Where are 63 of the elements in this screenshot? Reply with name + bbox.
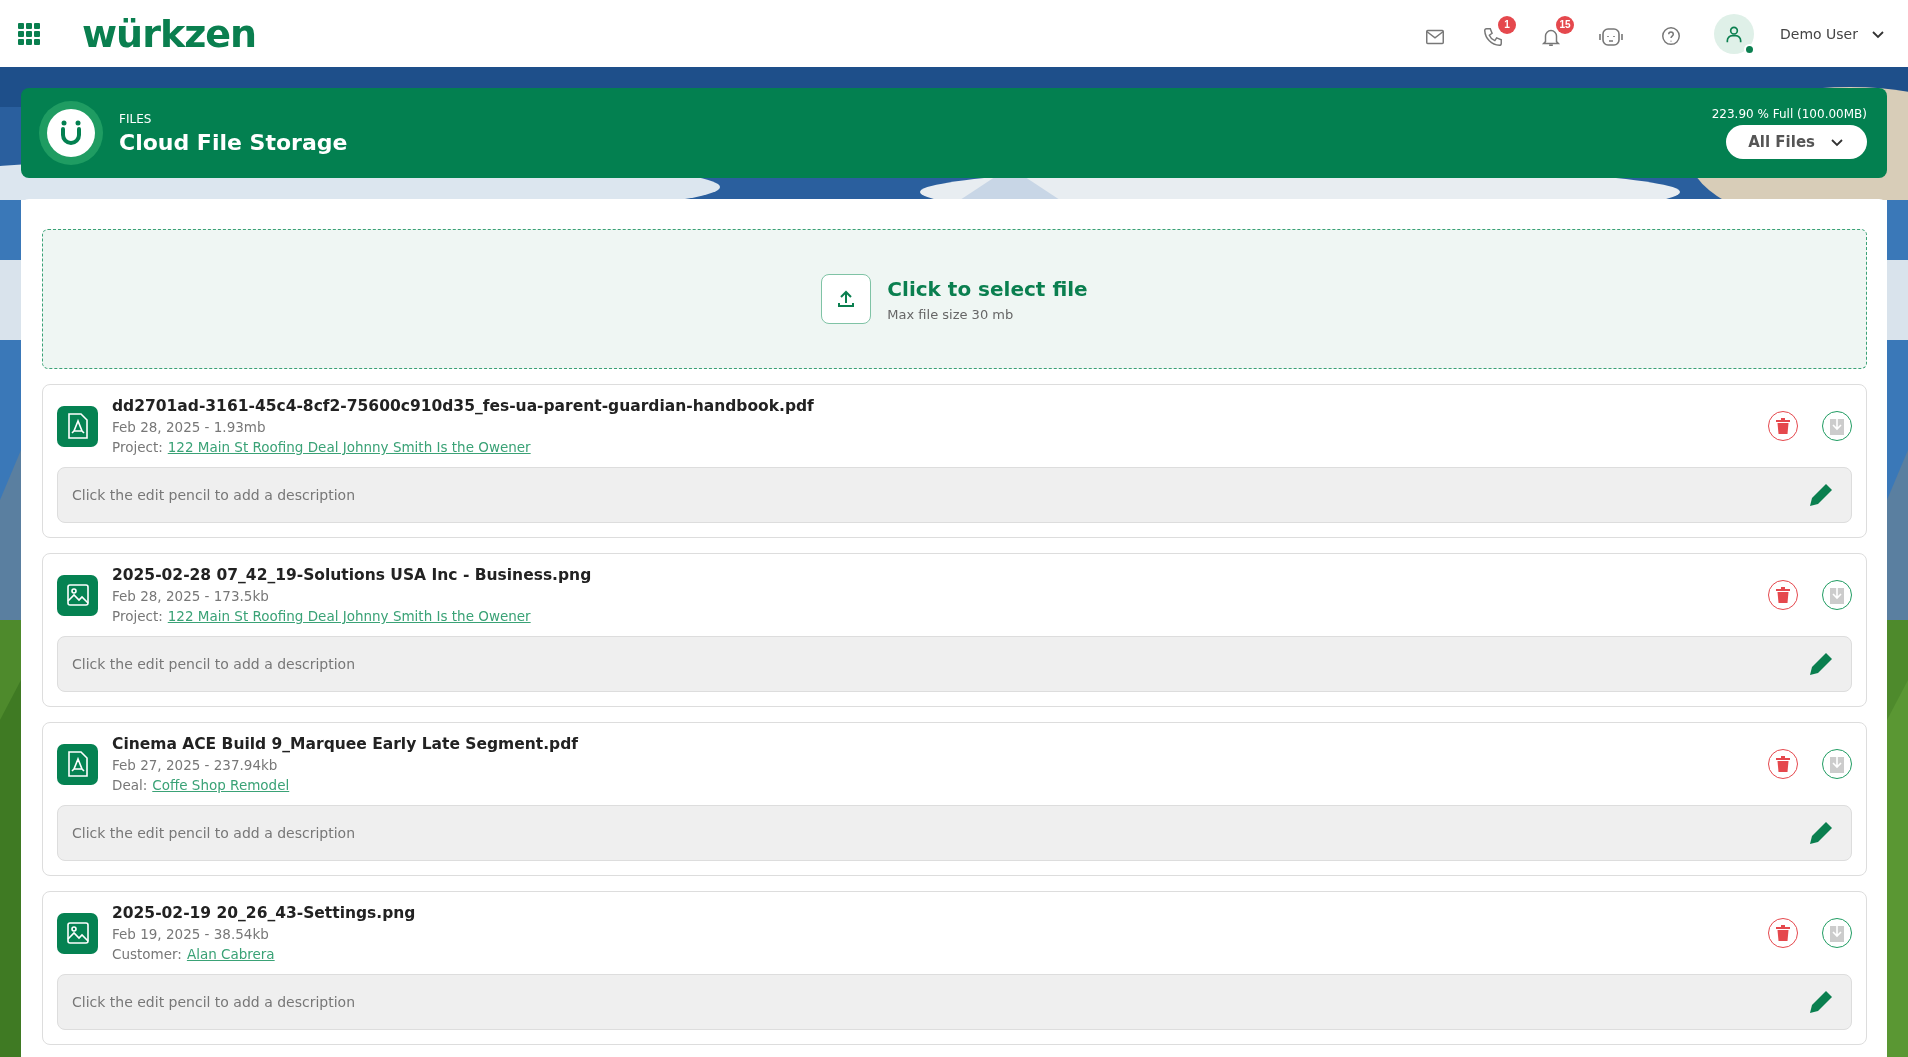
delete-button[interactable]	[1768, 749, 1798, 779]
link-label: Project:	[112, 439, 163, 455]
link-label: Customer:	[112, 946, 182, 962]
pencil-icon	[1808, 820, 1834, 846]
description-field[interactable]: Click the edit pencil to add a description	[57, 636, 1852, 692]
image-file-icon	[65, 583, 90, 607]
file-name: Cinema ACE Build 9_Marquee Early Late Segment.pdf	[112, 735, 580, 753]
delete-button[interactable]	[1768, 918, 1798, 948]
edit-button[interactable]	[1808, 989, 1834, 1015]
download-button[interactable]	[1822, 749, 1852, 779]
trash-icon	[1776, 418, 1790, 434]
download-icon	[1830, 586, 1844, 604]
pencil-icon	[1808, 651, 1834, 677]
image-file-icon	[65, 921, 90, 945]
related-link[interactable]: Coffe Shop Remodel	[152, 777, 290, 793]
trash-icon	[1776, 925, 1790, 941]
download-button[interactable]	[1822, 411, 1852, 441]
notification-count: 15	[1556, 15, 1575, 34]
trash-icon	[1776, 756, 1790, 772]
logo: würkzen	[82, 11, 257, 56]
notification-count: 1	[1498, 15, 1517, 34]
robot-icon	[1598, 25, 1625, 48]
upload-dropzone[interactable]: Click to select file Max file size 30 mb	[42, 229, 1867, 369]
apps-grid-icon[interactable]	[18, 22, 40, 45]
pdf-file-icon	[66, 751, 89, 777]
user-menu[interactable]: Demo User	[1774, 24, 1892, 43]
user-avatar[interactable]	[1714, 13, 1755, 54]
download-button[interactable]	[1822, 580, 1852, 610]
upload-arrow-icon	[836, 289, 857, 309]
upload-title: Click to select file	[887, 276, 1088, 301]
download-icon	[1830, 924, 1844, 942]
related-link[interactable]: 122 Main St Roofing Deal Johnny Smith Is the Owener	[167, 608, 531, 624]
help-icon	[1660, 25, 1683, 48]
file-meta: Feb 27, 2025 - 237.94kb	[112, 757, 279, 773]
download-icon	[1830, 755, 1844, 773]
notifications-button[interactable]: 15	[1536, 15, 1575, 52]
file-meta: Feb 19, 2025 - 38.54kb	[112, 926, 270, 942]
upload-hint: Max file size 30 mb	[887, 306, 1015, 322]
delete-button[interactable]	[1768, 580, 1798, 610]
description-field[interactable]: Click the edit pencil to add a description	[57, 467, 1852, 523]
download-icon	[1830, 417, 1844, 435]
file-name: 2025-02-28 07_42_19-Solutions USA Inc - Business.png	[112, 566, 593, 584]
pdf-file-icon	[66, 413, 89, 439]
edit-button[interactable]	[1808, 820, 1834, 846]
description-field[interactable]: Click the edit pencil to add a description	[57, 974, 1852, 1030]
file-name: 2025-02-19 20_26_43-Settings.png	[112, 904, 417, 922]
pencil-icon	[1808, 989, 1834, 1015]
link-label: Deal:	[112, 777, 148, 793]
related-link[interactable]: Alan Cabrera	[186, 946, 275, 962]
file-meta: Feb 28, 2025 - 173.5kb	[112, 588, 270, 604]
phone-icon	[1482, 25, 1505, 48]
related-link[interactable]: 122 Main St Roofing Deal Johnny Smith Is the Owener	[167, 439, 531, 455]
pencil-icon	[1808, 482, 1834, 508]
file-name: dd2701ad-3161-45c4-8cf2-75600c910d35_fes-ua-parent-guardian-handbook.pdf	[112, 397, 815, 415]
phone-button[interactable]: 1	[1478, 15, 1517, 52]
download-button[interactable]	[1822, 918, 1852, 948]
edit-button[interactable]	[1808, 482, 1834, 508]
description-field[interactable]: Click the edit pencil to add a description	[57, 805, 1852, 861]
delete-button[interactable]	[1768, 411, 1798, 441]
link-label: Project:	[112, 608, 163, 624]
edit-button[interactable]	[1808, 651, 1834, 677]
file-meta: Feb 28, 2025 - 1.93mb	[112, 419, 267, 435]
trash-icon	[1776, 587, 1790, 603]
